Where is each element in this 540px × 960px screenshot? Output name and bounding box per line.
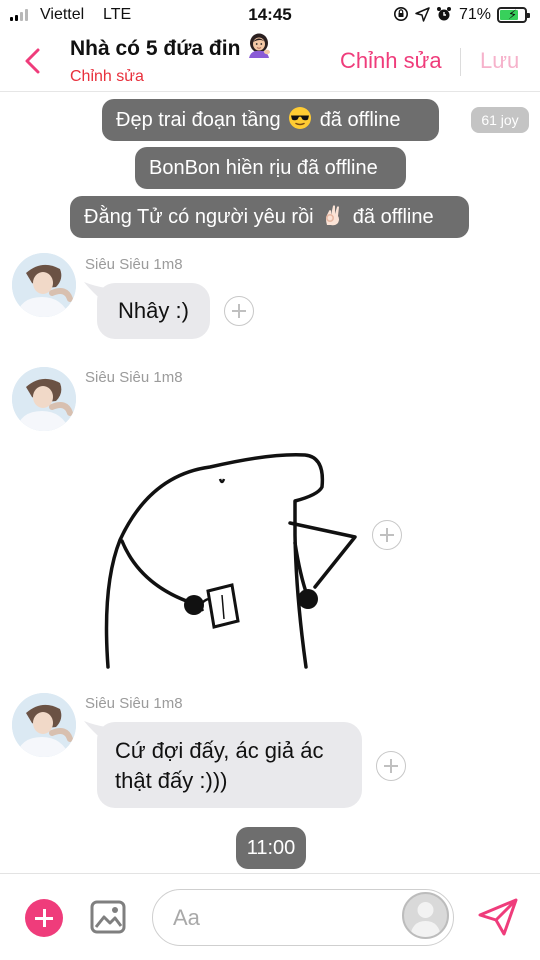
battery-icon: ⚡: [497, 7, 530, 23]
time-separator: 11:00: [236, 827, 306, 869]
avatar[interactable]: [12, 367, 76, 431]
add-reaction-button[interactable]: [376, 751, 406, 781]
edit-button[interactable]: Chỉnh sửa: [340, 48, 442, 74]
blob-holding-cup-sticker[interactable]: [100, 445, 370, 670]
avatar[interactable]: [12, 253, 76, 317]
location-arrow-icon: [415, 6, 430, 25]
joy-count-badge[interactable]: 61 joy: [471, 107, 529, 133]
system-notice: Đằng Tử có người yêu rồi đã offline: [70, 196, 469, 238]
plus-icon[interactable]: [25, 899, 63, 937]
system-notice: Đẹp trai đoạn tầng đã offline: [102, 99, 439, 141]
ok-hand-emoji-icon: [321, 200, 345, 242]
chat-title: Nhà có 5 đứa đin: [70, 32, 272, 64]
system-notice: BonBon hiền rịu đã offline: [135, 147, 406, 189]
sender-name: Siêu Siêu 1m8: [85, 369, 183, 386]
add-reaction-button[interactable]: [224, 296, 254, 326]
woman-tipping-hand-emoji-icon: [246, 32, 272, 64]
user-avatar-icon[interactable]: [402, 892, 449, 939]
send-icon: [478, 898, 518, 936]
message-composer: [0, 873, 540, 960]
chevron-left-icon: [25, 48, 40, 74]
save-button[interactable]: Lưu: [480, 48, 519, 74]
send-button[interactable]: [476, 896, 520, 938]
message-text: Nhây :): [118, 298, 189, 323]
notice-text: Đằng Tử có người yêu rồi: [84, 206, 314, 228]
image-picker-button[interactable]: [89, 898, 127, 936]
message-text-line: thật đấy :))): [115, 768, 228, 793]
avatar[interactable]: [12, 693, 76, 757]
chat-title-text: Nhà có 5 đứa đin: [70, 37, 241, 60]
message-bubble[interactable]: Nhây :): [97, 283, 210, 339]
sender-name: Siêu Siêu 1m8: [85, 256, 183, 273]
sender-name: Siêu Siêu 1m8: [85, 695, 183, 712]
notice-text: Đẹp trai đoạn tầng: [116, 109, 281, 131]
header-divider: [460, 48, 461, 76]
photo-icon: [90, 900, 126, 934]
status-bar: Viettel LTE 14:45 71% ⚡: [0, 0, 540, 30]
charging-bolt-icon: ⚡: [508, 7, 518, 22]
message-text-line: Cứ đợi đấy, ác giả ác: [115, 738, 324, 763]
lock-rotation-icon: [393, 6, 409, 25]
notice-text: BonBon hiền rịu đã offline: [149, 157, 378, 179]
add-reaction-button[interactable]: [372, 520, 402, 550]
battery-percent: 71%: [459, 6, 492, 23]
message-bubble[interactable]: Cứ đợi đấy, ác giả ác thật đấy :))): [97, 722, 362, 808]
chat-subtitle[interactable]: Chỉnh sửa: [70, 68, 144, 86]
alarm-icon: [436, 6, 452, 25]
notice-suffix: đã offline: [319, 109, 401, 131]
back-button[interactable]: [20, 46, 44, 76]
sunglasses-face-emoji-icon: [288, 103, 312, 145]
notice-suffix: đã offline: [352, 206, 434, 228]
status-icons: [393, 6, 452, 25]
chat-header: Nhà có 5 đứa đin Chỉnh sửa Chỉnh sửa Lưu: [0, 30, 540, 92]
